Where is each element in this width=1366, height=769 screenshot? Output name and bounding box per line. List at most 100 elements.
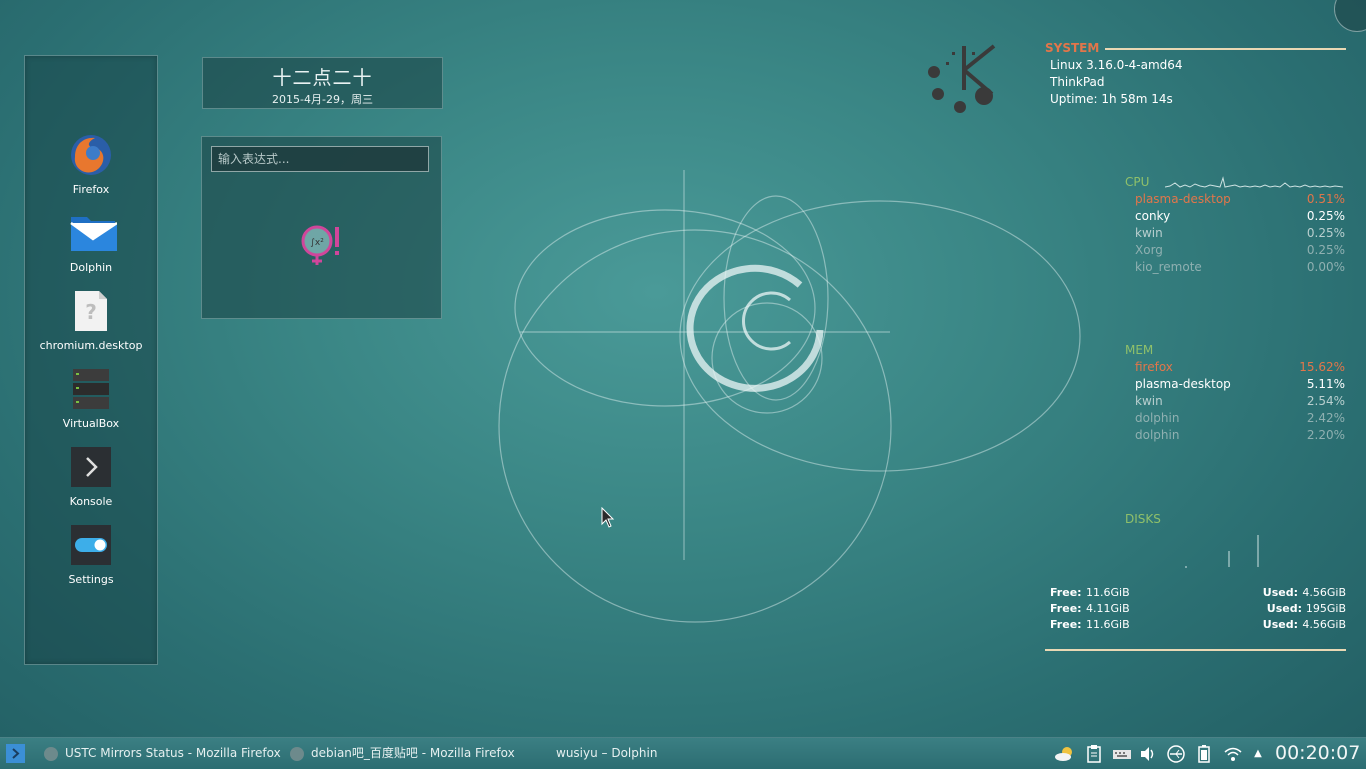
firefox-icon <box>69 133 113 177</box>
proc-name: kwin <box>1135 226 1163 240</box>
system-divider <box>1105 48 1346 50</box>
keyboard-icon[interactable] <box>1112 745 1131 763</box>
launcher-chevron-icon <box>12 748 20 759</box>
free-value: 11.6GiB <box>1086 586 1130 599</box>
wifi-icon[interactable] <box>1224 745 1242 763</box>
task-label: USTC Mirrors Status - Mozilla Firefox <box>65 746 281 760</box>
launcher-konsole[interactable]: Konsole <box>25 445 157 508</box>
proc-value: 2.42% <box>1306 411 1345 425</box>
proc-name: kwin <box>1135 394 1163 408</box>
expand-arrow-icon[interactable]: ▲ <box>1249 745 1267 763</box>
conky-mem: MEM firefox 15.62% plasma-desktop 5.11% … <box>1125 342 1345 452</box>
battery-icon[interactable] <box>1195 745 1213 763</box>
launcher-virtualbox[interactable]: VirtualBox <box>25 367 157 430</box>
proc-name: kio_remote <box>1135 260 1202 274</box>
task-item[interactable]: debian吧_百度贴吧 - Mozilla Firefox <box>290 738 515 769</box>
task-label: debian吧_百度贴吧 - Mozilla Firefox <box>311 746 515 760</box>
mem-proc-row: plasma-desktop 5.11% <box>1125 377 1345 394</box>
proc-value: 2.20% <box>1306 428 1345 442</box>
usb-icon[interactable] <box>1166 745 1185 763</box>
system-title: SYSTEM <box>1045 41 1100 55</box>
cpu-proc-row: Xorg 0.25% <box>1125 243 1345 260</box>
konsole-icon <box>69 445 113 489</box>
mem-proc-row: firefox 15.62% <box>1125 360 1345 377</box>
mouse-cursor-icon <box>601 506 615 533</box>
launcher-label: Firefox <box>72 183 110 196</box>
kde-logo-icon <box>922 42 1002 122</box>
mem-proc-row: dolphin 2.42% <box>1125 411 1345 428</box>
cpu-title: CPU <box>1125 175 1150 189</box>
launcher-panel: Firefox Dolphin ? chromium.desktop Virtu… <box>24 55 158 665</box>
dolphin-icon <box>535 747 549 761</box>
proc-value: 5.11% <box>1306 377 1345 391</box>
conky-cpu: CPU plasma-desktop 0.51% conky 0.25% kwi… <box>1125 174 1345 284</box>
launcher-settings[interactable]: Settings <box>25 523 157 586</box>
proc-name: plasma-desktop <box>1135 377 1231 391</box>
disks-title: DISKS <box>1125 512 1161 526</box>
disks-divider <box>1045 649 1346 651</box>
calculator-widget: ∫x² <box>201 136 442 319</box>
taskbar-clock[interactable]: 00:20:07 <box>1275 742 1360 764</box>
launcher-label: Konsole <box>69 495 113 508</box>
launcher-label: Settings <box>68 573 114 586</box>
launcher-firefox[interactable]: Firefox <box>25 133 157 196</box>
used-label: Used: <box>1266 602 1302 615</box>
clock-widget[interactable]: 十二点二十 2015-4月-29，周三 <box>202 57 443 109</box>
uptime-text: Uptime: 1h 58m 14s <box>1050 92 1173 106</box>
cpu-graph <box>1165 176 1343 188</box>
free-label: Free: <box>1050 586 1082 599</box>
proc-name: dolphin <box>1135 428 1180 442</box>
launcher-label: Dolphin <box>69 261 113 274</box>
settings-toggle-icon <box>69 523 113 567</box>
unknown-file-icon: ? <box>69 289 113 333</box>
volume-icon[interactable] <box>1139 745 1157 763</box>
kernel-text: Linux 3.16.0-4-amd64 <box>1050 58 1183 72</box>
qalculate-icon: ∫x² <box>300 221 344 273</box>
launcher-label: VirtualBox <box>62 417 120 430</box>
dolphin-folder-icon <box>69 211 118 255</box>
proc-value: 0.51% <box>1306 192 1345 206</box>
clock-date: 2015-4月-29，周三 <box>272 93 373 106</box>
disk-row: Free: 11.6GiB Used: 4.56GiB <box>1050 618 1346 634</box>
proc-name: plasma-desktop <box>1135 192 1231 206</box>
disk-row: Free: 11.6GiB Used: 4.56GiB <box>1050 586 1346 602</box>
launcher-dolphin[interactable]: Dolphin <box>25 211 157 274</box>
launcher-label: chromium.desktop <box>39 339 143 352</box>
weather-icon[interactable] <box>1055 745 1073 763</box>
application-launcher-button[interactable] <box>6 744 25 763</box>
mem-proc-row: kwin 2.54% <box>1125 394 1345 411</box>
clock-time: 十二点二十 <box>272 67 373 89</box>
mem-proc-row: dolphin 2.20% <box>1125 428 1345 445</box>
virtualbox-icon <box>69 367 113 411</box>
proc-name: dolphin <box>1135 411 1180 425</box>
disk-io-graph <box>1185 535 1259 568</box>
cpu-proc-row: plasma-desktop 0.51% <box>1125 192 1345 209</box>
cpu-proc-row: conky 0.25% <box>1125 209 1345 226</box>
host-text: ThinkPad <box>1050 75 1105 89</box>
cpu-proc-row: kio_remote 0.00% <box>1125 260 1345 277</box>
task-item[interactable]: wusiyu – Dolphin <box>535 738 657 769</box>
task-label: wusiyu – Dolphin <box>556 746 658 760</box>
expression-input[interactable] <box>211 146 429 172</box>
proc-name: Xorg <box>1135 243 1163 257</box>
used-label: Used: <box>1262 618 1298 631</box>
proc-value: 0.25% <box>1306 226 1345 240</box>
proc-value: 0.25% <box>1306 209 1345 223</box>
svg-text:?: ? <box>85 300 97 324</box>
free-label: Free: <box>1050 602 1082 615</box>
task-item[interactable]: USTC Mirrors Status - Mozilla Firefox <box>44 738 281 769</box>
proc-name: conky <box>1135 209 1171 223</box>
used-value: 4.56GiB <box>1302 586 1346 599</box>
clipboard-icon[interactable] <box>1085 745 1103 763</box>
firefox-icon <box>290 746 304 761</box>
proc-value: 0.25% <box>1306 243 1345 257</box>
mem-title: MEM <box>1125 343 1154 357</box>
proc-name: firefox <box>1135 360 1173 374</box>
proc-value: 15.62% <box>1299 360 1345 374</box>
launcher-chromium[interactable]: ? chromium.desktop <box>25 289 157 352</box>
proc-value: 0.00% <box>1306 260 1345 274</box>
cpu-proc-row: kwin 0.25% <box>1125 226 1345 243</box>
disk-row: Free: 4.11GiB Used: 195GiB <box>1050 602 1346 618</box>
conky-disks: DISKS <box>1125 511 1345 571</box>
used-value: 195GiB <box>1305 602 1346 615</box>
